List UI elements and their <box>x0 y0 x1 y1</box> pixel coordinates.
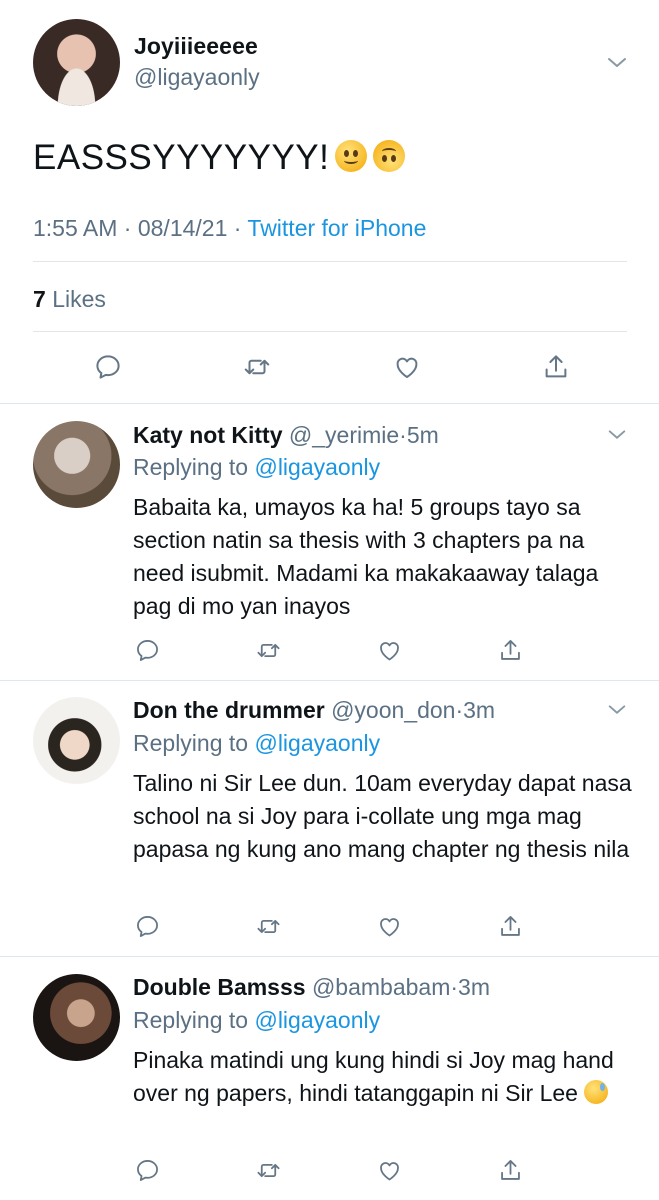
user-handle[interactable]: @_yerimie <box>289 422 399 448</box>
avatar[interactable] <box>33 974 120 1061</box>
mention-link[interactable]: @ligayaonly <box>254 730 380 756</box>
tweet-actions <box>93 352 571 382</box>
meta-separator: · <box>399 422 407 448</box>
reply-icon[interactable] <box>134 1157 161 1184</box>
mention-link[interactable]: @ligayaonly <box>254 1007 380 1033</box>
user-handle[interactable]: @yoon_don <box>331 697 455 723</box>
reply-icon[interactable] <box>134 913 161 940</box>
reply-text-content: Pinaka matindi ung kung hindi si Joy mag… <box>133 1047 614 1106</box>
reply-time: 3m <box>458 974 490 1000</box>
divider <box>33 331 627 332</box>
user-handle[interactable]: @ligayaonly <box>134 64 260 91</box>
reply-tweet[interactable]: Double Bamsss @bambabam·3m Replying to @… <box>0 957 659 1200</box>
tweet-meta: 1:55 AM · 08/14/21 · Twitter for iPhone <box>33 215 426 242</box>
reply-tweet[interactable]: Katy not Kitty @_yerimie·5m Replying to … <box>0 404 659 681</box>
like-icon[interactable] <box>376 913 403 940</box>
retweet-icon[interactable] <box>255 637 282 664</box>
reply-icon[interactable] <box>134 637 161 664</box>
main-tweet: Joyiiieeeee @ligayaonly EASSSYYYYYYY! 1:… <box>0 0 659 404</box>
replying-to-label: Replying to <box>133 730 249 756</box>
retweet-icon[interactable] <box>255 1157 282 1184</box>
likes-label: Likes <box>52 286 106 312</box>
retweet-icon[interactable] <box>242 352 272 382</box>
replying-to: Replying to @ligayaonly <box>133 454 380 481</box>
replying-to: Replying to @ligayaonly <box>133 730 380 757</box>
reply-time: 3m <box>463 697 496 723</box>
tweet-date: 08/14/21 <box>137 215 228 241</box>
meta-separator: · <box>233 215 242 241</box>
reply-text: Babaita ka, umayos ka ha! 5 groups tayo … <box>133 494 599 619</box>
like-icon[interactable] <box>376 1157 403 1184</box>
share-icon[interactable] <box>541 352 571 382</box>
likes-number: 7 <box>33 286 46 312</box>
display-name[interactable]: Don the drummer <box>133 697 325 723</box>
reply-actions <box>134 1157 524 1184</box>
retweet-icon[interactable] <box>255 913 282 940</box>
like-icon[interactable] <box>392 352 422 382</box>
meta-separator: · <box>450 974 459 1000</box>
reply-tweet[interactable]: Don the drummer @yoon_don·3m Replying to… <box>0 681 659 957</box>
share-icon[interactable] <box>497 1157 524 1184</box>
replying-to: Replying to @ligayaonly <box>133 1007 380 1034</box>
meta-separator: · <box>455 697 464 723</box>
reply-actions <box>134 637 524 664</box>
tweet-source-link[interactable]: Twitter for iPhone <box>247 215 426 241</box>
reply-icon[interactable] <box>93 352 123 382</box>
share-icon[interactable] <box>497 913 524 940</box>
display-name[interactable]: Katy not Kitty <box>133 422 283 448</box>
chevron-down-icon[interactable] <box>605 51 629 75</box>
upside-down-face-emoji <box>373 140 406 172</box>
reply-header: Double Bamsss @bambabam·3m <box>133 974 490 1001</box>
reply-actions <box>134 913 524 940</box>
replying-to-label: Replying to <box>133 454 249 480</box>
reply-header: Katy not Kitty @_yerimie·5m <box>133 422 439 449</box>
share-icon[interactable] <box>497 637 524 664</box>
display-name[interactable]: Joyiiieeeee <box>134 33 258 60</box>
chevron-down-icon[interactable] <box>606 424 628 446</box>
avatar[interactable] <box>33 697 120 784</box>
like-icon[interactable] <box>376 637 403 664</box>
avatar[interactable] <box>33 421 120 508</box>
tweet-time: 1:55 AM <box>33 215 118 241</box>
chevron-down-icon[interactable] <box>606 699 628 721</box>
mention-link[interactable]: @ligayaonly <box>254 454 380 480</box>
reply-text: Pinaka matindi ung kung hindi si Joy mag… <box>133 1044 623 1110</box>
divider <box>33 261 627 262</box>
avatar[interactable] <box>33 19 120 106</box>
meta-separator: · <box>123 215 132 241</box>
slightly-smiling-face-emoji <box>335 140 368 172</box>
tweet-text: EASSSYYYYYYY! <box>33 138 406 178</box>
display-name[interactable]: Double Bamsss <box>133 974 306 1000</box>
grinning-face-with-sweat-emoji <box>584 1080 609 1104</box>
reply-text: Talino ni Sir Lee dun. 10am everyday dap… <box>133 770 632 862</box>
likes-count[interactable]: 7 Likes <box>33 286 106 313</box>
reply-time: 5m <box>406 422 439 448</box>
user-handle[interactable]: @bambabam <box>312 974 450 1000</box>
reply-header: Don the drummer @yoon_don·3m <box>133 697 495 724</box>
tweet-text-content: EASSSYYYYYYY! <box>33 138 330 177</box>
tweet-detail-page: Joyiiieeeee @ligayaonly EASSSYYYYYYY! 1:… <box>0 0 659 1200</box>
replying-to-label: Replying to <box>133 1007 249 1033</box>
